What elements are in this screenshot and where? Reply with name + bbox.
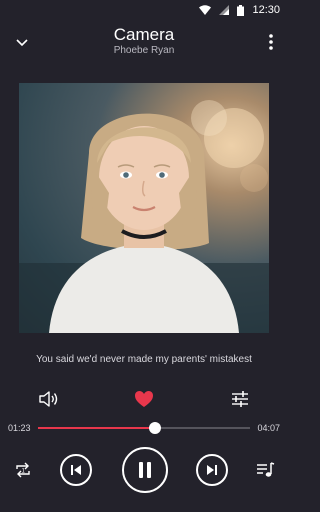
pause-button[interactable]: [122, 447, 168, 493]
action-row: [0, 388, 288, 410]
seek-bar-thumb[interactable]: [148, 422, 161, 434]
repeat-icon[interactable]: 1: [12, 460, 34, 480]
status-time: 12:30: [252, 4, 280, 16]
heart-icon[interactable]: [133, 388, 155, 410]
current-time: 01:23: [8, 423, 31, 433]
album-art: [19, 83, 269, 333]
volume-icon[interactable]: [37, 388, 59, 410]
progress-row: 01:23 04:07: [0, 419, 288, 437]
song-title: Camera: [113, 25, 175, 44]
playback-controls: 1: [0, 446, 288, 494]
queue-music-icon[interactable]: [255, 460, 275, 480]
seek-bar-progress: [38, 427, 155, 429]
skip-previous-icon: [71, 465, 81, 475]
current-lyric: You said we'd never made my parents' mis…: [36, 354, 252, 365]
pause-icon: [139, 462, 151, 478]
album-art-image: [19, 100, 269, 333]
player-header: Camera Phoebe Ryan: [0, 20, 288, 64]
seek-bar[interactable]: [38, 422, 250, 434]
battery-icon: [237, 4, 245, 16]
status-bar: 12:30: [0, 0, 288, 20]
previous-button[interactable]: [60, 454, 92, 486]
artist-name: Phoebe Ryan: [113, 45, 175, 56]
next-button[interactable]: [196, 454, 228, 486]
skip-next-icon: [207, 465, 217, 475]
total-duration: 04:07: [257, 423, 280, 433]
equalizer-icon[interactable]: [229, 388, 251, 410]
more-vert-icon[interactable]: [266, 32, 276, 52]
wifi-icon: [199, 5, 212, 15]
signal-icon: [219, 5, 230, 15]
